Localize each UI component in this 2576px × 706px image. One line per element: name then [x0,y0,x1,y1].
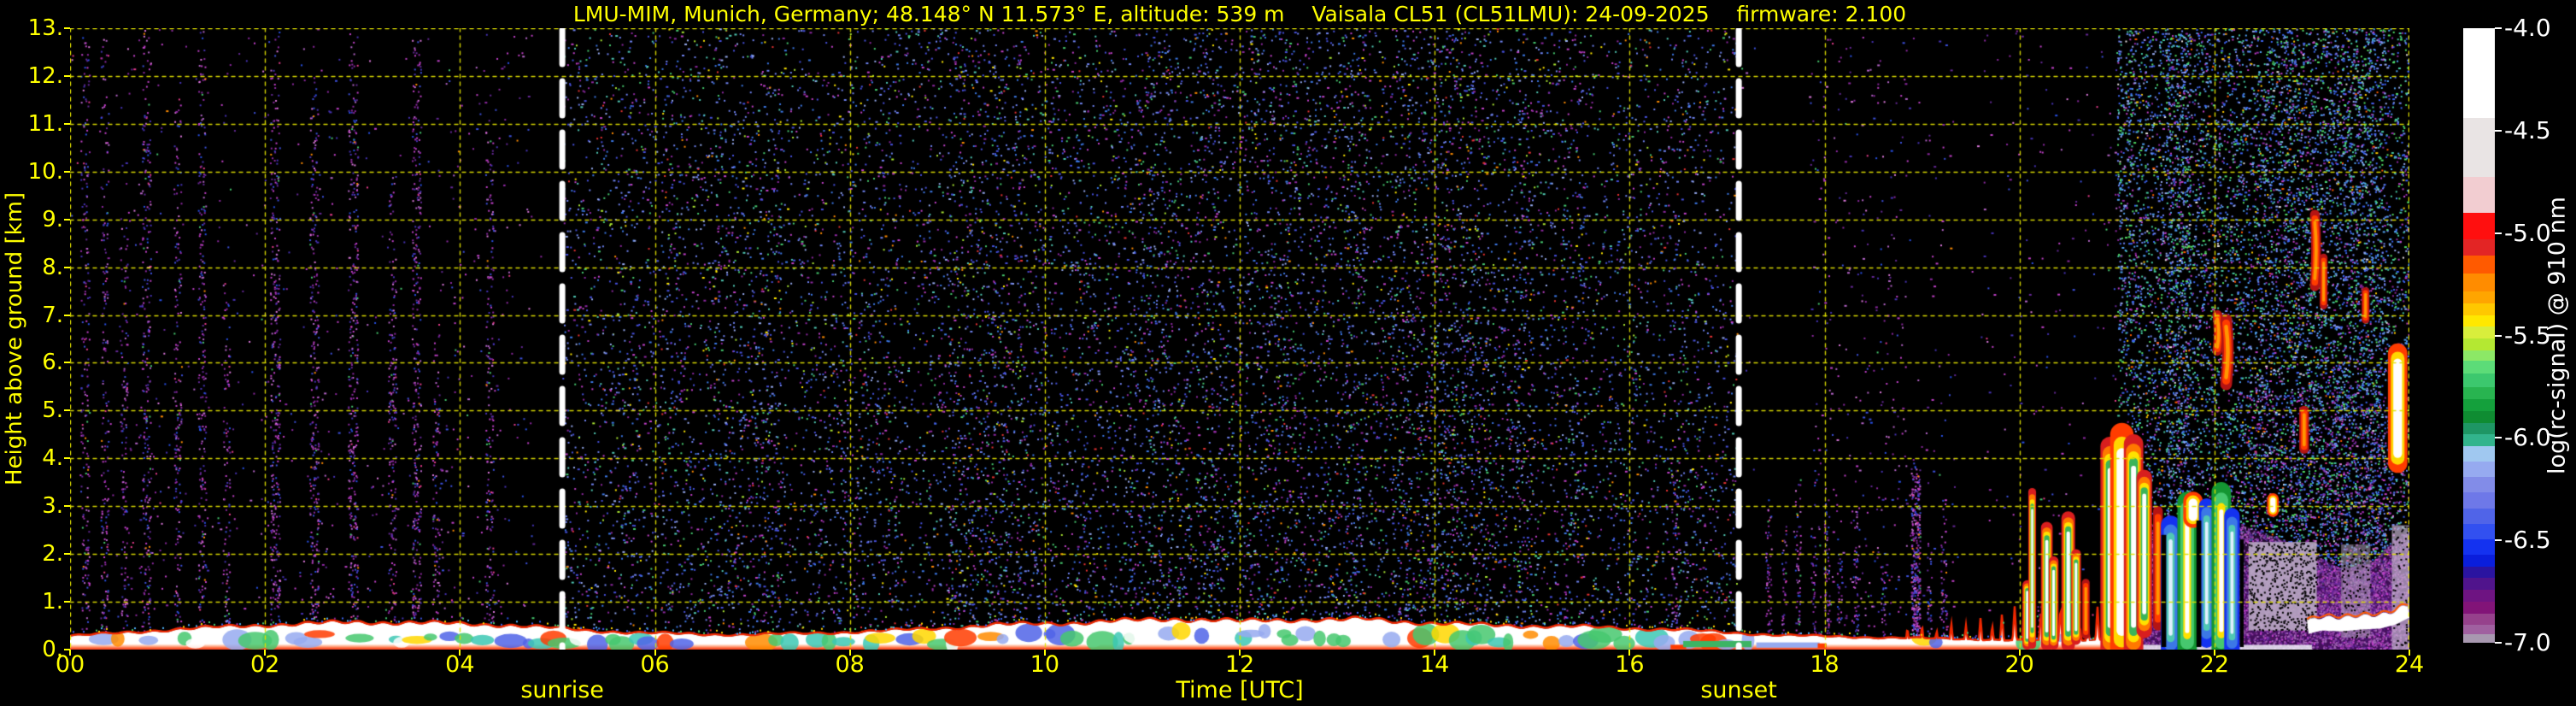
colorbar-segment [2463,492,2495,509]
x-tick-mark [1628,650,1631,656]
x-tick-mark [2018,650,2021,656]
x-tick-mark [264,650,267,656]
colorbar-tick-mark [2495,437,2502,439]
y-tick-label: 8. [42,254,63,280]
colorbar-segment [2463,118,2495,177]
colorbar-segment [2463,554,2495,567]
y-tick-label: 13. [27,15,63,41]
colorbar-segment [2463,273,2495,291]
colorbar-segment [2463,578,2495,591]
x-tick-mark [1823,650,1826,656]
x-tick-mark [654,650,656,656]
colorbar-tick-mark [2495,334,2502,337]
colorbar-segment [2463,255,2495,274]
colorbar-segment [2463,350,2495,362]
colorbar-segment [2463,239,2495,256]
y-tick-label: 1. [42,589,63,615]
colorbar-tick-mark [2495,27,2502,29]
y-tick-mark [64,362,70,364]
y-tick-mark [64,505,70,508]
colorbar [2463,28,2495,643]
x-tick-mark [1239,650,1241,656]
x-tick-mark [459,650,461,656]
x-axis-label: Time [UTC] [1176,677,1304,703]
colorbar-tick-mark [2495,642,2502,644]
colorbar-segment [2463,291,2495,303]
colorbar-segment [2463,523,2495,539]
colorbar-segment [2463,538,2495,555]
y-tick-label: 11. [27,110,63,137]
ceilometer-quicklook: LMU-MIM, Munich, Germany; 48.148° N 11.5… [0,0,2576,706]
y-tick-label: 3. [42,493,63,520]
y-tick-label: 4. [42,445,63,472]
colorbar-segment [2463,590,2495,602]
colorbar-tick-mark [2495,129,2502,132]
y-tick-label: 5. [42,397,63,424]
y-tick-label: 12. [27,62,63,89]
y-tick-mark [64,122,70,125]
y-tick-mark [64,601,70,603]
colorbar-segment [2463,387,2495,400]
colorbar-segment [2463,477,2495,493]
y-tick-label: 2. [42,541,63,568]
colorbar-segment [2463,633,2495,643]
heatmap-canvas [70,28,2409,650]
x-tick-mark [848,650,851,656]
colorbar-segment [2463,374,2495,388]
colorbar-segment [2463,361,2495,374]
y-tick-mark [64,74,70,77]
y-tick-label: 10. [27,158,63,185]
colorbar-segment [2463,410,2495,423]
x-tick-mark [1434,650,1436,656]
colorbar-tick-mark [2495,539,2502,542]
colorbar-segment [2463,327,2495,339]
sunset-label: sunset [1700,677,1777,703]
chart-title: LMU-MIM, Munich, Germany; 48.148° N 11.5… [572,2,1907,26]
colorbar-segment [2463,338,2495,350]
x-tick-mark [2213,650,2215,656]
colorbar-segment [2463,613,2495,626]
colorbar-segment [2463,508,2495,524]
y-tick-mark [64,170,70,173]
y-tick-mark [64,553,70,556]
y-tick-label: 6. [42,350,63,376]
y-tick-label: 9. [42,206,63,232]
colorbar-segment [2463,399,2495,411]
y-tick-mark [64,409,70,412]
colorbar-segment [2463,601,2495,614]
colorbar-segment [2463,315,2495,327]
y-tick-mark [64,314,70,316]
y-tick-mark [64,27,70,29]
colorbar-title: log(rc-signal) @ 910 nm [2544,197,2571,474]
colorbar-segment [2463,303,2495,315]
y-tick-mark [64,218,70,221]
colorbar-segment [2463,422,2495,435]
y-tick-mark [64,266,70,268]
x-tick-mark [69,650,71,656]
colorbar-tick-mark [2495,232,2502,234]
y-tick-mark [64,457,70,460]
sunrise-label: sunrise [520,677,604,703]
x-tick-mark [2409,650,2410,656]
colorbar-segment [2463,176,2495,213]
y-tick-label: 7. [42,302,63,328]
colorbar-segment [2463,434,2495,447]
colorbar-segment [2463,462,2495,478]
colorbar-segment [2463,212,2495,240]
colorbar-segment [2463,625,2495,634]
x-tick-mark [1043,650,1046,656]
colorbar-segment [2463,446,2495,462]
colorbar-segment [2463,28,2495,119]
colorbar-segment [2463,566,2495,579]
